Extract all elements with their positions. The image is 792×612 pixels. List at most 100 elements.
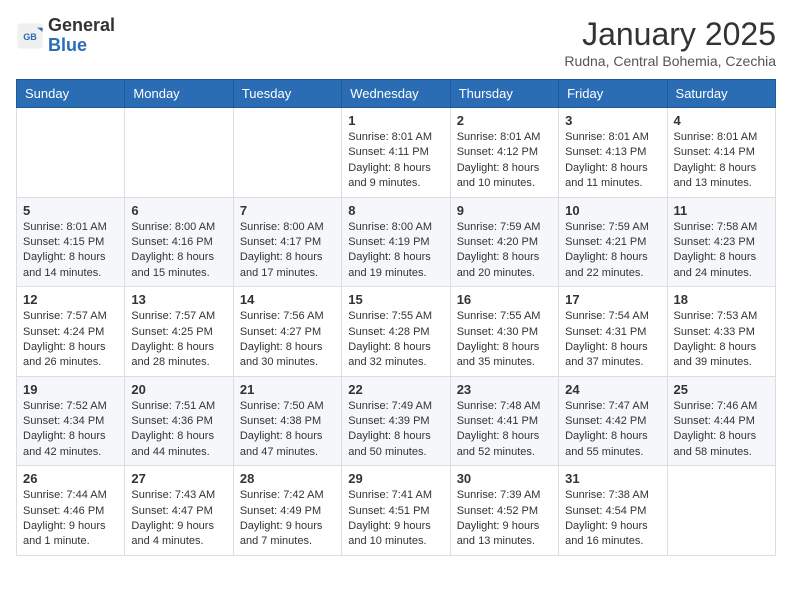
weekday-header: Saturday [667,80,775,108]
calendar-table: SundayMondayTuesdayWednesdayThursdayFrid… [16,79,776,556]
day-number: 16 [457,292,552,307]
calendar-cell [233,108,341,198]
day-info: Sunset: 4:23 PM [674,235,769,250]
calendar-cell: 10Sunrise: 7:59 AMSunset: 4:21 PMDayligh… [559,197,667,287]
weekday-header: Monday [125,80,233,108]
calendar-cell: 25Sunrise: 7:46 AMSunset: 4:44 PMDayligh… [667,376,775,466]
day-info: Sunset: 4:47 PM [131,504,226,519]
day-info: Daylight: 8 hours and 11 minutes. [565,161,660,192]
day-info: Sunset: 4:27 PM [240,325,335,340]
svg-text:GB: GB [23,32,37,42]
day-info: Sunset: 4:17 PM [240,235,335,250]
calendar-cell: 8Sunrise: 8:00 AMSunset: 4:19 PMDaylight… [342,197,450,287]
day-info: Sunset: 4:38 PM [240,414,335,429]
logo: GB General Blue [16,16,115,56]
day-info: Daylight: 8 hours and 22 minutes. [565,250,660,281]
day-info: Sunrise: 7:55 AM [457,309,552,324]
day-number: 25 [674,382,769,397]
calendar-cell: 6Sunrise: 8:00 AMSunset: 4:16 PMDaylight… [125,197,233,287]
day-info: Sunrise: 7:47 AM [565,399,660,414]
page-header: GB General Blue January 2025 Rudna, Cent… [16,16,776,69]
day-info: Sunrise: 7:54 AM [565,309,660,324]
day-info: Daylight: 9 hours and 13 minutes. [457,519,552,550]
day-info: Sunrise: 8:01 AM [674,130,769,145]
calendar-cell [667,466,775,556]
day-info: Sunset: 4:11 PM [348,145,443,160]
day-number: 8 [348,203,443,218]
day-number: 9 [457,203,552,218]
day-number: 5 [23,203,118,218]
day-info: Daylight: 9 hours and 4 minutes. [131,519,226,550]
calendar-cell: 1 Sunrise: 8:01 AMSunset: 4:11 PMDaylight… [342,108,450,198]
day-info: Daylight: 8 hours and 24 minutes. [674,250,769,281]
day-info: Sunrise: 7:48 AM [457,399,552,414]
day-number: 15 [348,292,443,307]
day-number: 3 [565,113,660,128]
day-info: Sunset: 4:12 PM [457,145,552,160]
calendar-cell: 7Sunrise: 8:00 AMSunset: 4:17 PMDaylight… [233,197,341,287]
day-info: Sunrise: 7:52 AM [23,399,118,414]
day-info: Sunrise: 7:53 AM [674,309,769,324]
day-info: Sunrise: 7:41 AM [348,488,443,503]
day-number: 19 [23,382,118,397]
day-info: Sunset: 4:28 PM [348,325,443,340]
day-number: 23 [457,382,552,397]
calendar-cell: 31Sunrise: 7:38 AMSunset: 4:54 PMDayligh… [559,466,667,556]
day-number: 13 [131,292,226,307]
day-info: Daylight: 8 hours and 9 minutes. [348,161,443,192]
day-number: 12 [23,292,118,307]
day-info: Sunrise: 7:50 AM [240,399,335,414]
calendar-cell: 26Sunrise: 7:44 AMSunset: 4:46 PMDayligh… [17,466,125,556]
day-info: Daylight: 9 hours and 7 minutes. [240,519,335,550]
title-block: January 2025 Rudna, Central Bohemia, Cze… [564,16,776,69]
day-info: Sunset: 4:49 PM [240,504,335,519]
day-info: Sunrise: 7:57 AM [131,309,226,324]
day-info: Daylight: 8 hours and 55 minutes. [565,429,660,460]
day-info: Daylight: 8 hours and 32 minutes. [348,340,443,371]
logo-text: General Blue [48,16,115,56]
weekday-header: Sunday [17,80,125,108]
calendar-cell: 13Sunrise: 7:57 AMSunset: 4:25 PMDayligh… [125,287,233,377]
day-info: Daylight: 8 hours and 39 minutes. [674,340,769,371]
day-info: Sunset: 4:13 PM [565,145,660,160]
day-number: 27 [131,471,226,486]
day-number: 18 [674,292,769,307]
day-info: Sunset: 4:24 PM [23,325,118,340]
calendar-cell: 4Sunrise: 8:01 AMSunset: 4:14 PMDaylight… [667,108,775,198]
day-info: Sunset: 4:36 PM [131,414,226,429]
day-info: Sunrise: 8:01 AM [348,130,443,145]
calendar-cell: 5Sunrise: 8:01 AMSunset: 4:15 PMDaylight… [17,197,125,287]
day-info: Sunrise: 7:42 AM [240,488,335,503]
day-info: Sunset: 4:51 PM [348,504,443,519]
day-info: Daylight: 8 hours and 28 minutes. [131,340,226,371]
day-info: Sunrise: 7:57 AM [23,309,118,324]
day-info: Sunrise: 7:39 AM [457,488,552,503]
calendar-cell [17,108,125,198]
day-info: Sunrise: 8:00 AM [240,220,335,235]
logo-icon: GB [16,22,44,50]
day-info: Daylight: 8 hours and 19 minutes. [348,250,443,281]
day-number: 4 [674,113,769,128]
day-info: Daylight: 9 hours and 16 minutes. [565,519,660,550]
day-info: Sunset: 4:20 PM [457,235,552,250]
calendar-cell [125,108,233,198]
day-info: Daylight: 8 hours and 37 minutes. [565,340,660,371]
month-title: January 2025 [564,16,776,53]
day-number: 7 [240,203,335,218]
day-info: Sunrise: 7:38 AM [565,488,660,503]
logo-blue: Blue [48,36,115,56]
day-info: Sunset: 4:15 PM [23,235,118,250]
logo-general: General [48,16,115,36]
calendar-cell: 9Sunrise: 7:59 AMSunset: 4:20 PMDaylight… [450,197,558,287]
weekday-header: Wednesday [342,80,450,108]
day-number: 30 [457,471,552,486]
calendar-cell: 23Sunrise: 7:48 AMSunset: 4:41 PMDayligh… [450,376,558,466]
day-number: 1 [348,113,443,128]
day-info: Daylight: 8 hours and 26 minutes. [23,340,118,371]
day-info: Daylight: 8 hours and 13 minutes. [674,161,769,192]
day-info: Sunset: 4:34 PM [23,414,118,429]
day-number: 11 [674,203,769,218]
day-info: Sunrise: 7:51 AM [131,399,226,414]
day-info: Sunrise: 7:46 AM [674,399,769,414]
day-info: Sunset: 4:16 PM [131,235,226,250]
